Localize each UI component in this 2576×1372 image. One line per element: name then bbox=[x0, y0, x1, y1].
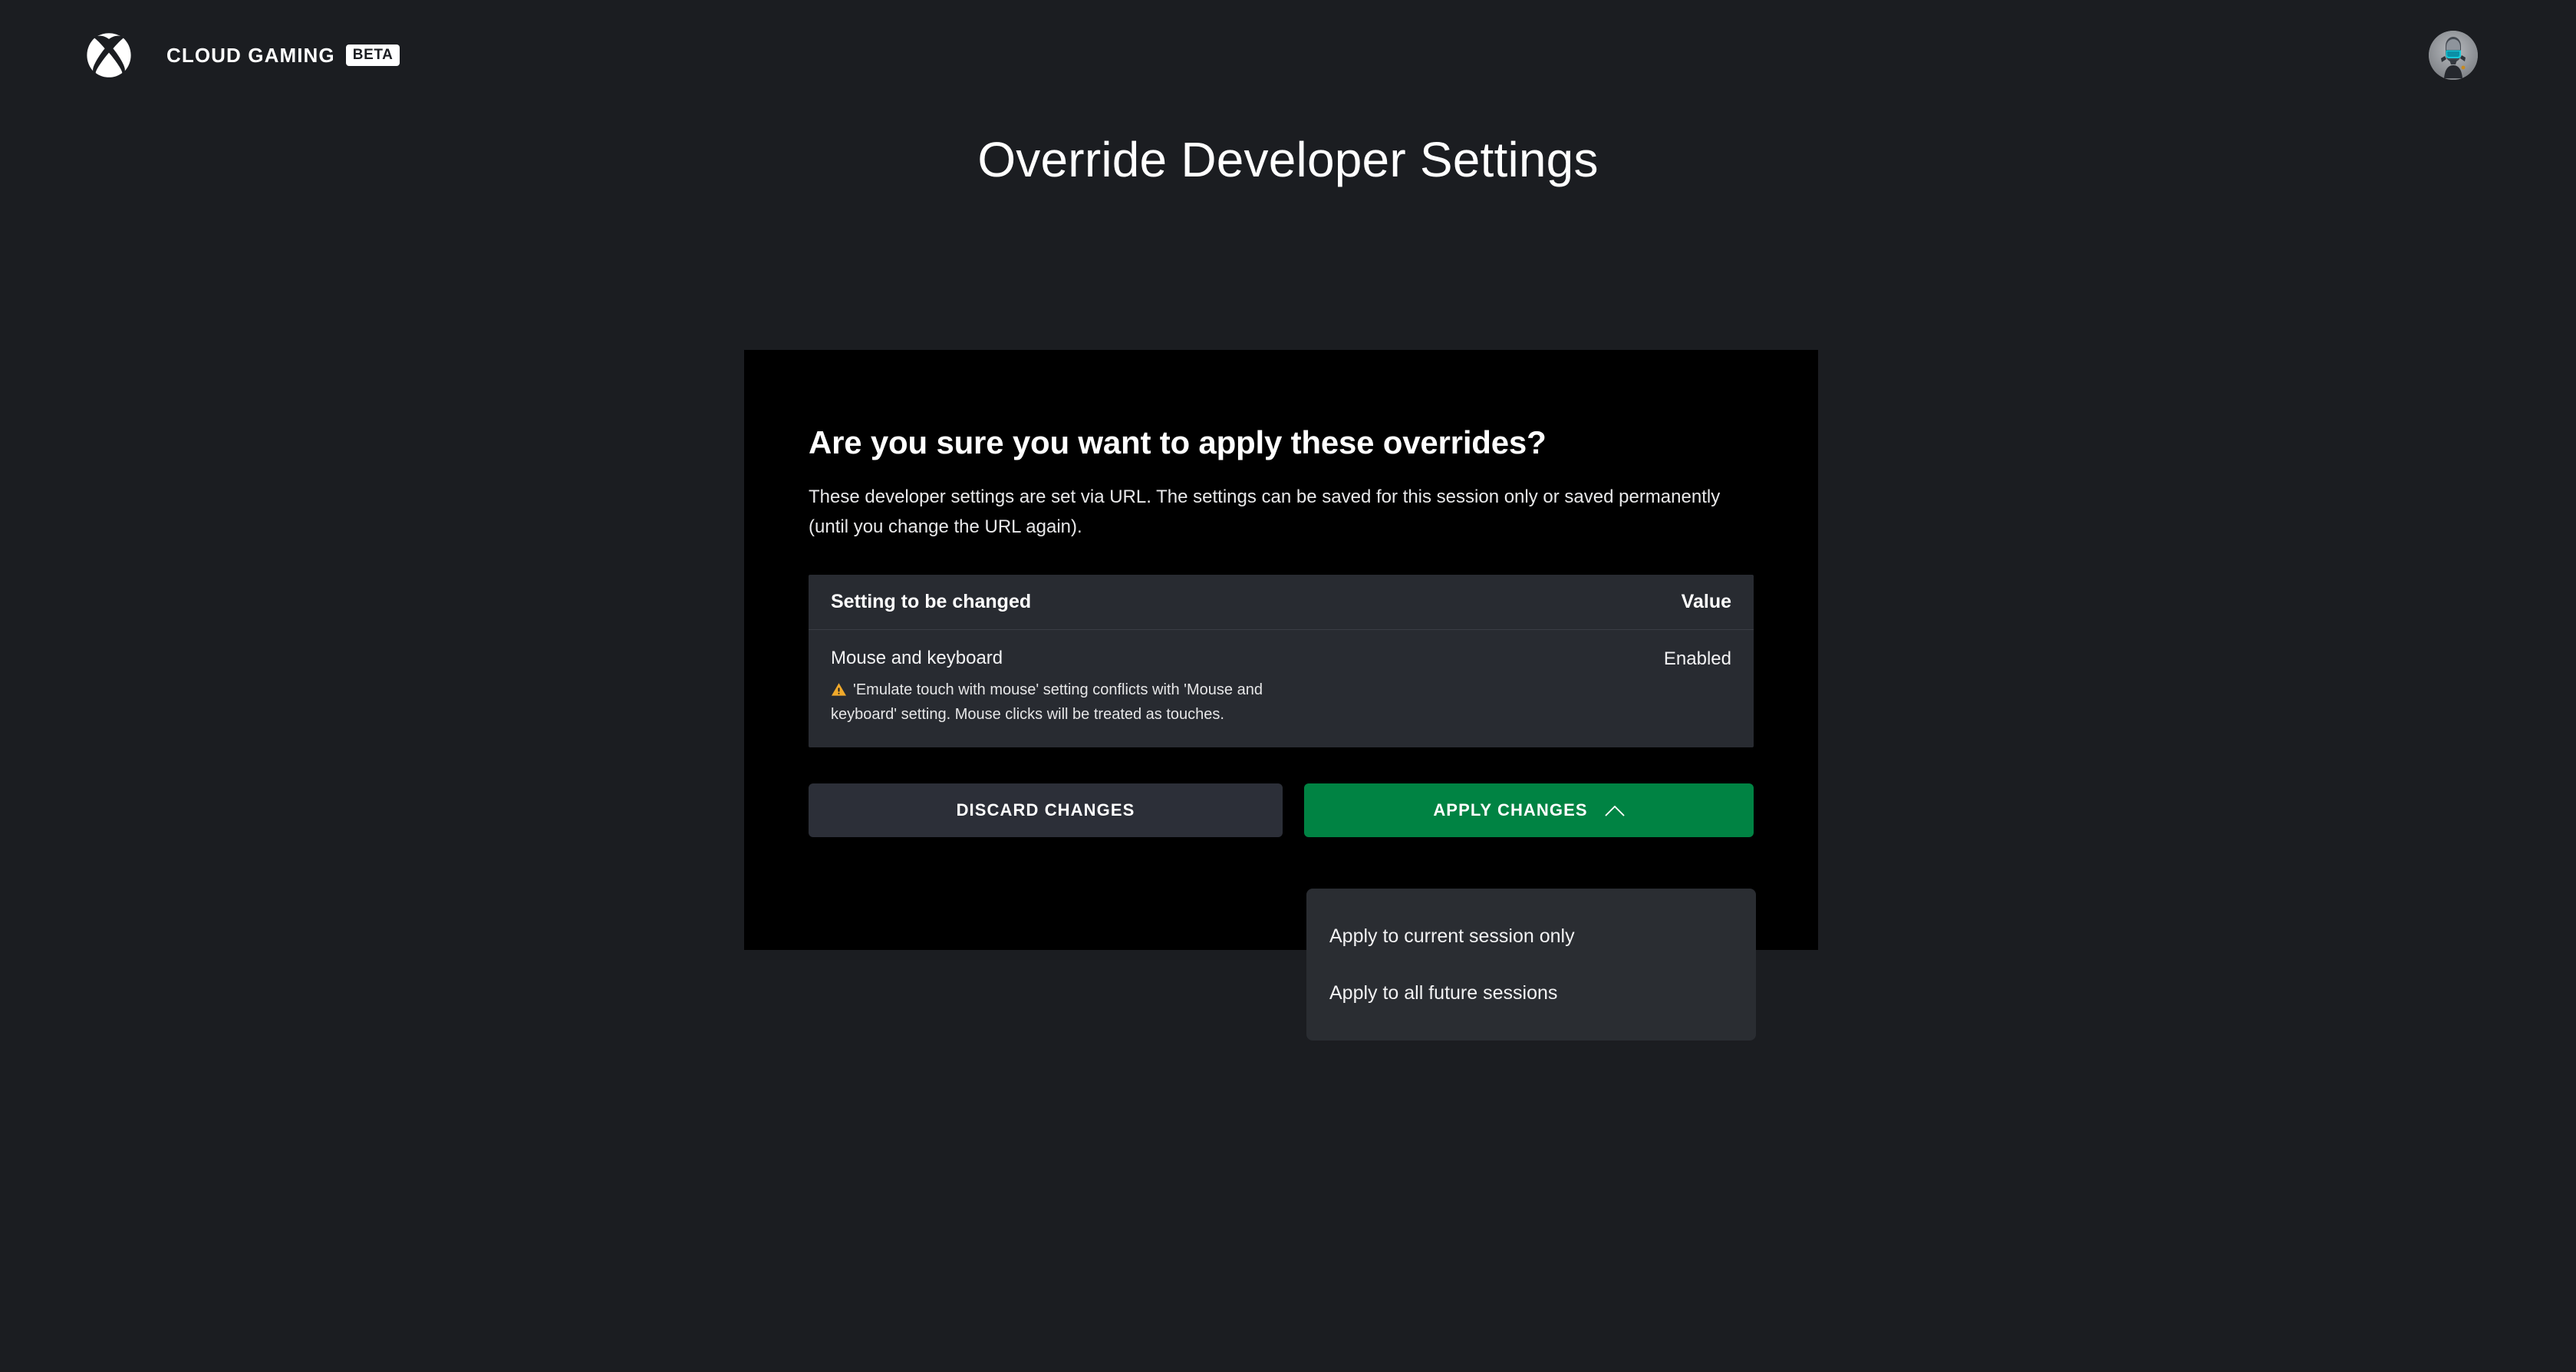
dialog-actions: DISCARD CHANGES APPLY CHANGES bbox=[809, 783, 1754, 838]
table-row: Mouse and keyboard 'Emulate touch with m… bbox=[809, 630, 1754, 747]
table-header-row: Setting to be changed Value bbox=[809, 575, 1754, 631]
dialog-body-text: These developer settings are set via URL… bbox=[809, 486, 1721, 538]
avatar[interactable] bbox=[2429, 31, 2478, 80]
dialog-heading: Are you sure you want to apply these ove… bbox=[809, 424, 1547, 460]
override-confirmation-dialog: Are you sure you want to apply these ove… bbox=[744, 350, 1818, 950]
brand-text: CLOUD GAMING BETA bbox=[166, 44, 400, 68]
settings-table: Setting to be changed Value Mouse and ke… bbox=[809, 575, 1754, 748]
page-title: Override Developer Settings bbox=[977, 132, 1599, 187]
menu-item-apply-all-future-sessions[interactable]: Apply to all future sessions bbox=[1306, 965, 1756, 1021]
column-header-value: Value bbox=[1681, 591, 1731, 613]
discard-changes-button[interactable]: DISCARD CHANGES bbox=[809, 783, 1283, 838]
menu-item-apply-current-session[interactable]: Apply to current session only bbox=[1306, 908, 1756, 965]
table-row-main: Mouse and keyboard 'Emulate touch with m… bbox=[831, 647, 1329, 727]
app-header: CLOUD GAMING BETA bbox=[0, 0, 2576, 114]
beta-badge: BETA bbox=[345, 45, 400, 66]
apply-changes-label: APPLY CHANGES bbox=[1433, 800, 1588, 820]
setting-warning-text: 'Emulate touch with mouse' setting confl… bbox=[831, 681, 1263, 724]
setting-name: Mouse and keyboard bbox=[831, 648, 1003, 669]
warning-triangle-icon bbox=[831, 682, 847, 697]
apply-changes-dropdown-menu: Apply to current session only Apply to a… bbox=[1306, 889, 1756, 1041]
brand-group[interactable]: CLOUD GAMING BETA bbox=[84, 31, 400, 80]
column-header-setting: Setting to be changed bbox=[831, 591, 1032, 613]
discard-changes-label: DISCARD CHANGES bbox=[956, 800, 1135, 820]
brand-name: CLOUD GAMING bbox=[166, 43, 335, 67]
setting-warning: 'Emulate touch with mouse' setting confl… bbox=[831, 678, 1329, 727]
avatar-image bbox=[2429, 31, 2478, 80]
setting-value: Enabled bbox=[1663, 648, 1731, 670]
apply-changes-button[interactable]: APPLY CHANGES bbox=[1304, 783, 1754, 838]
xbox-logo-icon bbox=[84, 31, 133, 80]
chevron-up-icon bbox=[1605, 805, 1625, 816]
